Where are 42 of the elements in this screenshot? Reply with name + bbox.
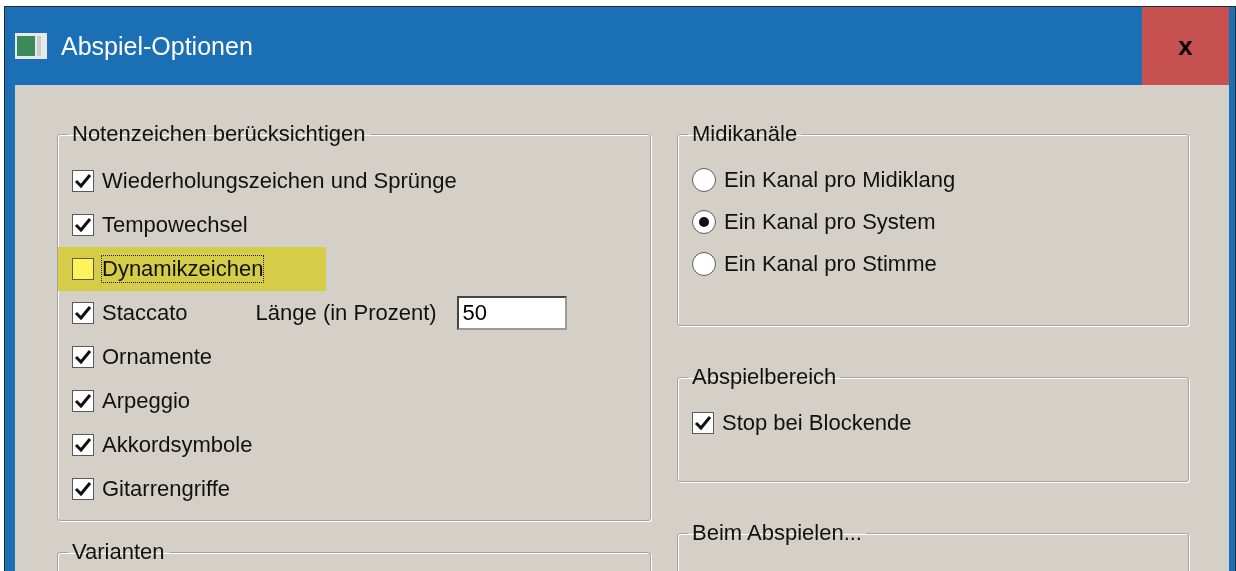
checkbox[interactable] [72, 302, 94, 324]
checkbox[interactable] [72, 390, 94, 412]
checkbox[interactable] [72, 170, 94, 192]
group-title: Varianten [71, 539, 166, 565]
checkbox-label: Stop bei Blockende [722, 410, 912, 436]
radio-button[interactable] [692, 210, 716, 234]
input-field[interactable]: 50 [456, 296, 567, 330]
check-mark-icon [74, 480, 92, 498]
checkbox-label: Dynamikzeichen [102, 256, 264, 282]
checkbox-label: Staccato [102, 300, 188, 326]
radio-button[interactable] [692, 168, 716, 192]
checkbox[interactable] [72, 258, 94, 280]
window-title: Abspiel-Optionen [61, 31, 254, 61]
checkbox-label: Tempowechsel [102, 212, 248, 238]
checkbox[interactable] [72, 214, 94, 236]
checkbox[interactable] [72, 434, 94, 456]
checkbox-label: Arpeggio [102, 388, 191, 414]
close-button[interactable]: x [1142, 7, 1229, 85]
check-mark-icon [74, 348, 92, 366]
group-title: Notenzeichen berücksichtigen [71, 121, 367, 147]
radio-label: Ein Kanal pro System [724, 209, 936, 235]
checkbox-label: Wiederholungszeichen und Sprünge [102, 168, 457, 194]
check-mark-icon [74, 304, 92, 322]
checkbox[interactable] [692, 412, 714, 434]
radio-label: Ein Kanal pro Stimme [724, 251, 937, 277]
group-title: Midikanäle [691, 121, 799, 147]
checkbox-label: Gitarrengriffe [102, 476, 230, 502]
checkbox-label: Akkordsymbole [102, 432, 253, 458]
radio-label: Ein Kanal pro Midiklang [724, 167, 956, 193]
window-icon [15, 33, 47, 59]
check-mark-icon [74, 436, 92, 454]
check-mark-icon [694, 414, 712, 432]
group-title: Beim Abspielen... [691, 520, 863, 546]
radio-button[interactable] [692, 252, 716, 276]
checkbox-label: Ornamente [102, 344, 213, 370]
group-title: Abspielbereich [691, 364, 838, 390]
checkbox[interactable] [72, 478, 94, 500]
check-mark-icon [74, 172, 92, 190]
checkbox[interactable] [72, 346, 94, 368]
field-label: Länge (in Prozent) [255, 300, 437, 326]
check-mark-icon [74, 216, 92, 234]
check-mark-icon [74, 392, 92, 410]
